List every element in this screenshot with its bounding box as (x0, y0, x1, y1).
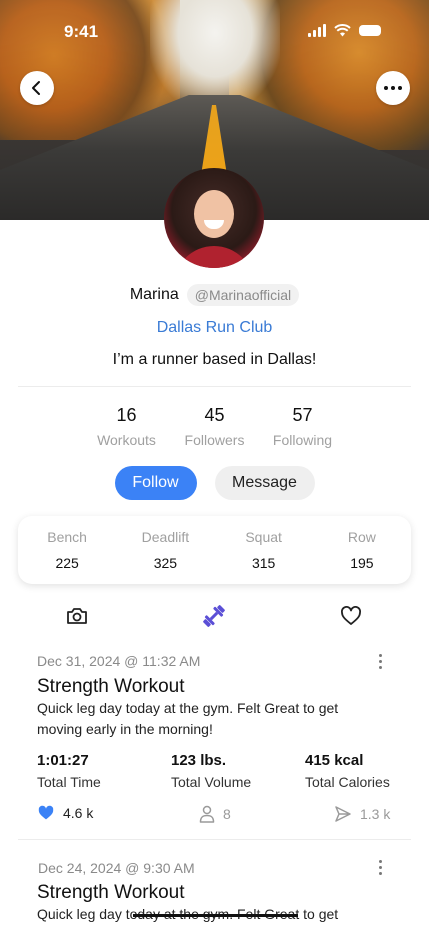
post-title: Strength Workout (37, 882, 185, 903)
more-horizontal-icon (384, 86, 402, 90)
metric-total-time: 1:01:27 Total Time (37, 752, 155, 790)
message-button[interactable]: Message (214, 466, 315, 500)
stat-value: 57 (292, 405, 313, 425)
club-link[interactable]: Dallas Run Club (0, 319, 429, 337)
lift-label: Bench (47, 529, 87, 545)
stat-label: Following (272, 432, 333, 448)
share-button[interactable]: 1.3 k (334, 805, 390, 823)
profile-bio: I’m a runner based in Dallas! (112, 351, 317, 368)
status-icons (308, 24, 381, 37)
share-count: 1.3 k (360, 806, 391, 822)
avatar-shirt (174, 246, 254, 268)
home-indicator (133, 914, 298, 917)
post-more-button[interactable] (374, 860, 386, 875)
profile-name: Marina (129, 286, 179, 303)
lift-value: 315 (251, 555, 276, 571)
post-title: Strength Workout (37, 676, 185, 697)
lift-label: Deadlift (141, 529, 190, 545)
lift-row: Row 195 (317, 529, 407, 571)
stat-following[interactable]: 57 Following (259, 405, 347, 448)
send-icon (335, 806, 351, 822)
lift-label: Squat (245, 529, 282, 545)
metric-value: 1:01:27 (37, 752, 89, 769)
post-actions: 4.6 k 8 1.3 k (37, 805, 397, 825)
post-more-button[interactable] (374, 654, 386, 669)
battery-icon (359, 25, 381, 36)
like-button[interactable]: 4.6 k (37, 805, 93, 821)
back-button[interactable] (20, 71, 54, 105)
status-bar: 9:41 (0, 0, 429, 62)
stat-workouts[interactable]: 16 Workouts (83, 405, 171, 448)
profile-stats: 16 Workouts 45 Followers 57 Following (0, 405, 429, 448)
avatar-face (194, 190, 234, 238)
stat-label: Workouts (97, 432, 156, 448)
lift-value: 325 (153, 555, 178, 571)
lift-label: Row (347, 529, 376, 545)
divider (18, 839, 411, 840)
metric-value: 415 kcal (305, 752, 364, 769)
stat-followers[interactable]: 45 Followers (171, 405, 259, 448)
divider (18, 386, 411, 387)
chevron-left-icon (32, 81, 40, 95)
tab-likes[interactable] (335, 600, 367, 632)
like-count: 4.6 k (63, 805, 94, 821)
metric-total-volume: 123 lbs. Total Volume (171, 752, 289, 790)
signal-icon (308, 24, 326, 37)
status-time: 9:41 (64, 22, 99, 41)
profile-actions: Follow Message (0, 466, 429, 500)
participant-count: 8 (223, 806, 231, 822)
post-date: Dec 31, 2024 @ 11:32 AM (37, 653, 201, 669)
wifi-icon (334, 24, 351, 37)
metric-label: Total Time (37, 774, 101, 790)
lift-value: 225 (55, 555, 79, 571)
personal-records-card: Bench 225 Deadlift 325 Squat 315 Row 195 (18, 516, 411, 584)
avatar[interactable] (164, 168, 264, 268)
content-tabs (0, 600, 429, 632)
post-metrics: 1:01:27 Total Time 123 lbs. Total Volume… (37, 752, 429, 790)
heart-filled-icon (38, 805, 54, 820)
user-icon (199, 805, 215, 823)
metric-value: 123 lbs. (171, 752, 227, 769)
follow-button[interactable]: Follow (114, 466, 197, 500)
participants-button[interactable]: 8 (199, 805, 231, 823)
lift-bench: Bench 225 (22, 529, 112, 571)
post-date: Dec 24, 2024 @ 9:30 AM (38, 860, 195, 876)
tab-photos[interactable] (61, 600, 93, 632)
lift-value: 195 (350, 555, 374, 571)
post-description: Quick leg day today at the gym. Felt Gre… (37, 700, 339, 737)
metric-label: Total Volume (171, 774, 252, 790)
lift-deadlift: Deadlift 325 (120, 529, 210, 571)
heart-icon (341, 606, 361, 625)
dumbbell-icon (203, 605, 225, 627)
metric-label: Total Calories (305, 774, 390, 790)
workout-post[interactable]: Dec 31, 2024 @ 11:32 AM Strength Workout… (0, 650, 429, 840)
profile-handle: @Marinaofficial (186, 284, 300, 306)
lift-squat: Squat 315 (219, 529, 309, 571)
stat-value: 16 (116, 405, 137, 425)
stat-label: Followers (184, 432, 245, 448)
more-options-button[interactable] (376, 71, 410, 105)
camera-icon (67, 608, 87, 624)
profile-name-row: Marina @Marinaofficial (0, 284, 429, 306)
stat-value: 45 (204, 405, 225, 425)
metric-total-calories: 415 kcal Total Calories (305, 752, 423, 790)
tab-workouts[interactable] (198, 600, 230, 632)
